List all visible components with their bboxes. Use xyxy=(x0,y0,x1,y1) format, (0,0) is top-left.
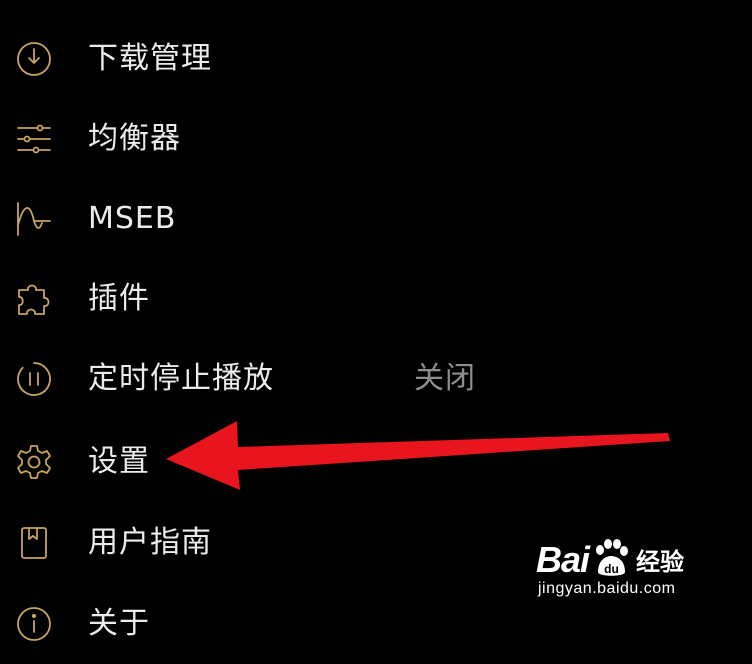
menu-item-settings[interactable]: 设置 xyxy=(0,422,752,502)
menu-item-label: MSEB xyxy=(88,201,177,236)
mseb-wave-icon xyxy=(14,199,54,239)
sleep-timer-status: 关闭 xyxy=(414,361,476,396)
menu-item-label: 下载管理 xyxy=(88,41,212,76)
menu-item-mseb[interactable]: MSEB xyxy=(0,179,752,259)
menu-item-label: 均衡器 xyxy=(88,121,181,156)
menu-item-sleep-timer[interactable]: 定时停止播放 关闭 xyxy=(0,339,752,419)
watermark-url: jingyan.baidu.com xyxy=(538,580,676,597)
menu-item-label: 关于 xyxy=(88,606,150,641)
logo-text: Bai xyxy=(536,539,590,580)
menu-item-label: 定时停止播放 xyxy=(88,361,274,396)
guide-book-icon xyxy=(14,523,54,563)
menu-item-label: 设置 xyxy=(88,444,150,479)
paw-icon: du xyxy=(596,539,629,576)
gear-icon xyxy=(14,442,54,482)
menu-item-download-manager[interactable]: 下载管理 xyxy=(0,19,752,99)
baidu-logo: Bai du 经验 xyxy=(536,530,684,578)
menu-item-label: 插件 xyxy=(88,281,150,316)
menu-item-equalizer[interactable]: 均衡器 xyxy=(0,99,752,179)
menu-item-label: 用户指南 xyxy=(88,525,212,560)
baidu-jingyan-watermark: Bai du 经验 jingyan.baidu.com xyxy=(536,524,716,604)
download-circle-icon xyxy=(14,39,54,79)
puzzle-plugin-icon xyxy=(14,279,54,319)
timer-pause-icon xyxy=(14,359,54,399)
equalizer-sliders-icon xyxy=(14,119,54,159)
about-info-icon xyxy=(14,604,54,644)
paw-text: du xyxy=(604,562,619,576)
brand-name: 经验 xyxy=(636,548,685,576)
menu-item-plugins[interactable]: 插件 xyxy=(0,259,752,339)
